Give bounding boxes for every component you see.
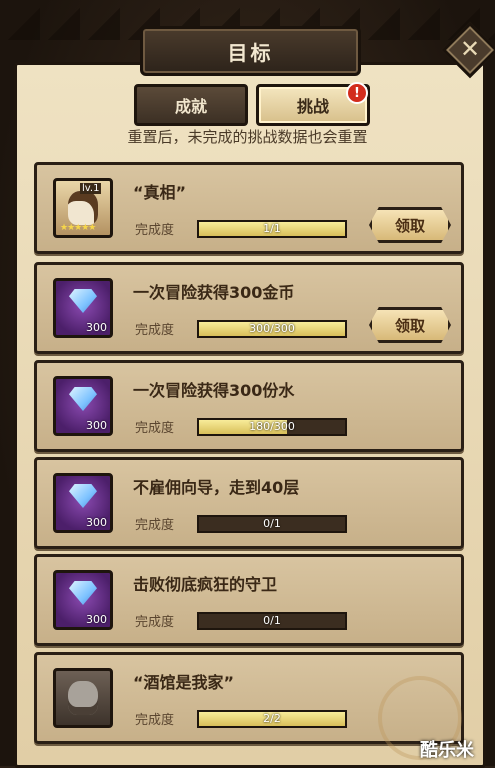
- progress-label: 完成度: [135, 615, 175, 630]
- hero-stars: ★★★★★: [60, 223, 96, 233]
- challenge-name: “真相”: [133, 183, 187, 202]
- progress-bar: 0/1: [197, 515, 347, 533]
- title-plate: 目标: [140, 26, 361, 76]
- progress-text: 0/1: [263, 614, 281, 627]
- progress-label: 完成度: [135, 518, 175, 533]
- tab-achievements-label: 成就: [174, 97, 207, 116]
- reward-count: 300: [86, 613, 107, 626]
- hero-portrait-icon: [53, 668, 113, 728]
- progress-text: 180/300: [249, 420, 295, 433]
- site-watermark: 酷乐米: [420, 740, 474, 761]
- claim-button[interactable]: 领取: [369, 307, 451, 343]
- diamond-icon: 300: [53, 473, 113, 533]
- progress-bar: 2/2: [197, 710, 347, 728]
- progress-label: 完成度: [135, 223, 175, 238]
- hero-portrait-icon: lv.1 ★★★★★: [53, 178, 113, 238]
- diamond-icon: 300: [53, 570, 113, 630]
- challenge-name: 一次冒险获得300金币: [133, 283, 295, 302]
- diamond-icon: 300: [53, 376, 113, 436]
- page-title: 目标: [227, 40, 274, 65]
- claim-button[interactable]: 领取: [369, 207, 451, 243]
- progress-label: 完成度: [135, 713, 175, 728]
- challenge-name: 不雇佣向导，走到40层: [133, 478, 300, 497]
- diamond-icon: 300: [53, 278, 113, 338]
- challenge-card: 300 不雇佣向导，走到40层 完成度 0/1: [34, 457, 464, 549]
- progress-bar: 1/1: [197, 220, 347, 238]
- reward-count: 300: [86, 516, 107, 529]
- progress-text: 2/2: [263, 712, 281, 725]
- challenge-card: 300 击败彻底疯狂的守卫 完成度 0/1: [34, 554, 464, 646]
- close-icon: ✕: [459, 35, 481, 63]
- progress-text: 0/1: [263, 517, 281, 530]
- progress-label: 完成度: [135, 323, 175, 338]
- progress-bar: 0/1: [197, 612, 347, 630]
- progress-bar: 180/300: [197, 418, 347, 436]
- tab-achievements[interactable]: 成就: [134, 84, 248, 126]
- challenge-card: lv.1 ★★★★★ “真相” 完成度 1/1 领取: [34, 162, 464, 254]
- reset-notice: 重置后，未完成的挑战数据也会重置: [127, 128, 368, 146]
- challenge-card: 300 一次冒险获得300金币 完成度 300/300 领取: [34, 262, 464, 354]
- progress-bar: 300/300: [197, 320, 347, 338]
- reward-count: 300: [86, 321, 107, 334]
- challenge-name: 一次冒险获得300份水: [133, 381, 295, 400]
- challenge-name: “酒馆是我家”: [133, 673, 235, 692]
- hero-level: lv.1: [80, 183, 102, 194]
- progress-text: 1/1: [263, 222, 281, 235]
- reward-count: 300: [86, 419, 107, 432]
- progress-text: 300/300: [249, 322, 295, 335]
- notification-badge: !: [346, 82, 368, 104]
- challenge-name: 击败彻底疯狂的守卫: [133, 575, 278, 594]
- challenge-card: 300 一次冒险获得300份水 完成度 180/300: [34, 360, 464, 452]
- tab-challenges-label: 挑战: [296, 97, 329, 116]
- progress-label: 完成度: [135, 421, 175, 436]
